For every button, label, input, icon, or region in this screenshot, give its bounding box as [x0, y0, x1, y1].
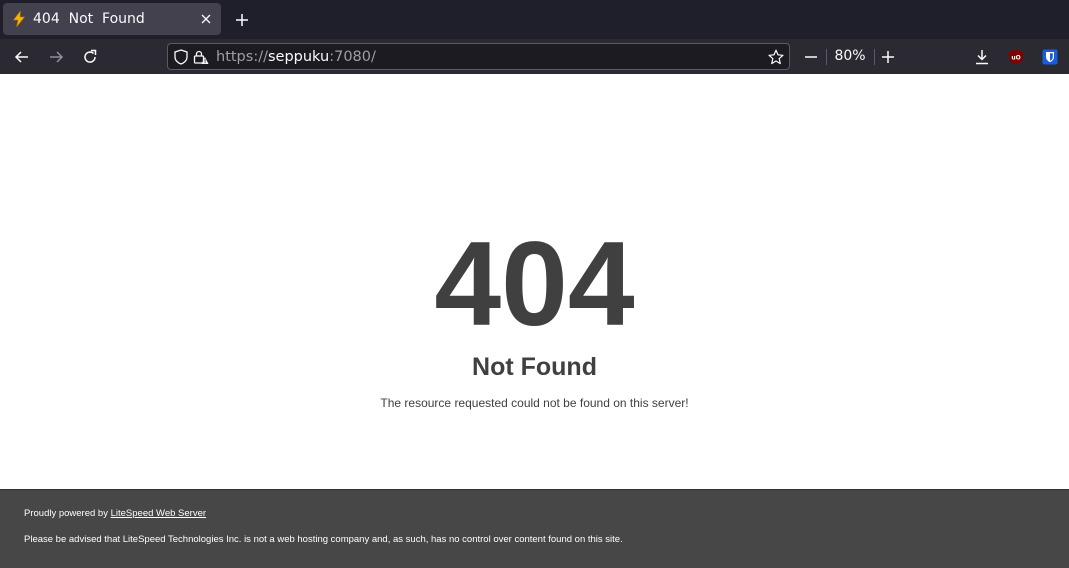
url-text[interactable]: https://seppuku:7080/	[216, 49, 767, 65]
disclaimer-text: Please be advised that LiteSpeed Technol…	[24, 534, 623, 545]
bookmark-star-icon[interactable]	[767, 48, 785, 66]
error-heading: Not Found	[472, 353, 597, 381]
zoom-out-icon[interactable]	[797, 43, 825, 71]
shield-icon[interactable]	[172, 48, 190, 66]
forward-arrow-icon[interactable]	[42, 43, 70, 71]
tab-title: 404 Not Found	[33, 11, 145, 27]
litespeed-link[interactable]: LiteSpeed Web Server	[111, 508, 206, 519]
tab-active[interactable]: 404 Not Found	[3, 3, 221, 35]
tab-bar: 404 Not Found	[0, 0, 1069, 39]
new-tab-plus-icon[interactable]	[230, 8, 254, 32]
navigation-toolbar: https://seppuku:7080/ 80% uO	[0, 39, 1069, 74]
powered-by-line: Proudly powered by LiteSpeed Web Server	[24, 508, 206, 519]
svg-text:uO: uO	[1011, 55, 1020, 62]
zoom-level[interactable]: 80%	[828, 48, 872, 64]
tab-close-icon[interactable]	[196, 9, 216, 29]
download-icon[interactable]	[968, 43, 996, 71]
url-scheme: https://	[216, 48, 268, 65]
ublock-origin-icon[interactable]: uO	[1002, 43, 1030, 71]
error-message: The resource requested could not be foun…	[380, 396, 689, 410]
zoom-separator-left	[826, 49, 827, 65]
lock-warning-icon[interactable]	[192, 48, 210, 66]
error-code: 404	[434, 217, 635, 351]
page-content: 404 Not Found The resource requested cou…	[0, 74, 1069, 489]
back-arrow-icon[interactable]	[8, 43, 36, 71]
lightning-favicon-icon	[11, 11, 27, 27]
url-bar[interactable]: https://seppuku:7080/	[167, 43, 790, 70]
url-port: :7080/	[329, 48, 376, 65]
powered-by-prefix: Proudly powered by	[24, 508, 111, 519]
bitwarden-shield-icon[interactable]	[1036, 43, 1064, 71]
reload-icon[interactable]	[76, 43, 104, 71]
url-host: seppuku	[267, 48, 330, 65]
page-footer: Proudly powered by LiteSpeed Web Server …	[0, 489, 1069, 568]
zoom-in-icon[interactable]	[874, 43, 902, 71]
